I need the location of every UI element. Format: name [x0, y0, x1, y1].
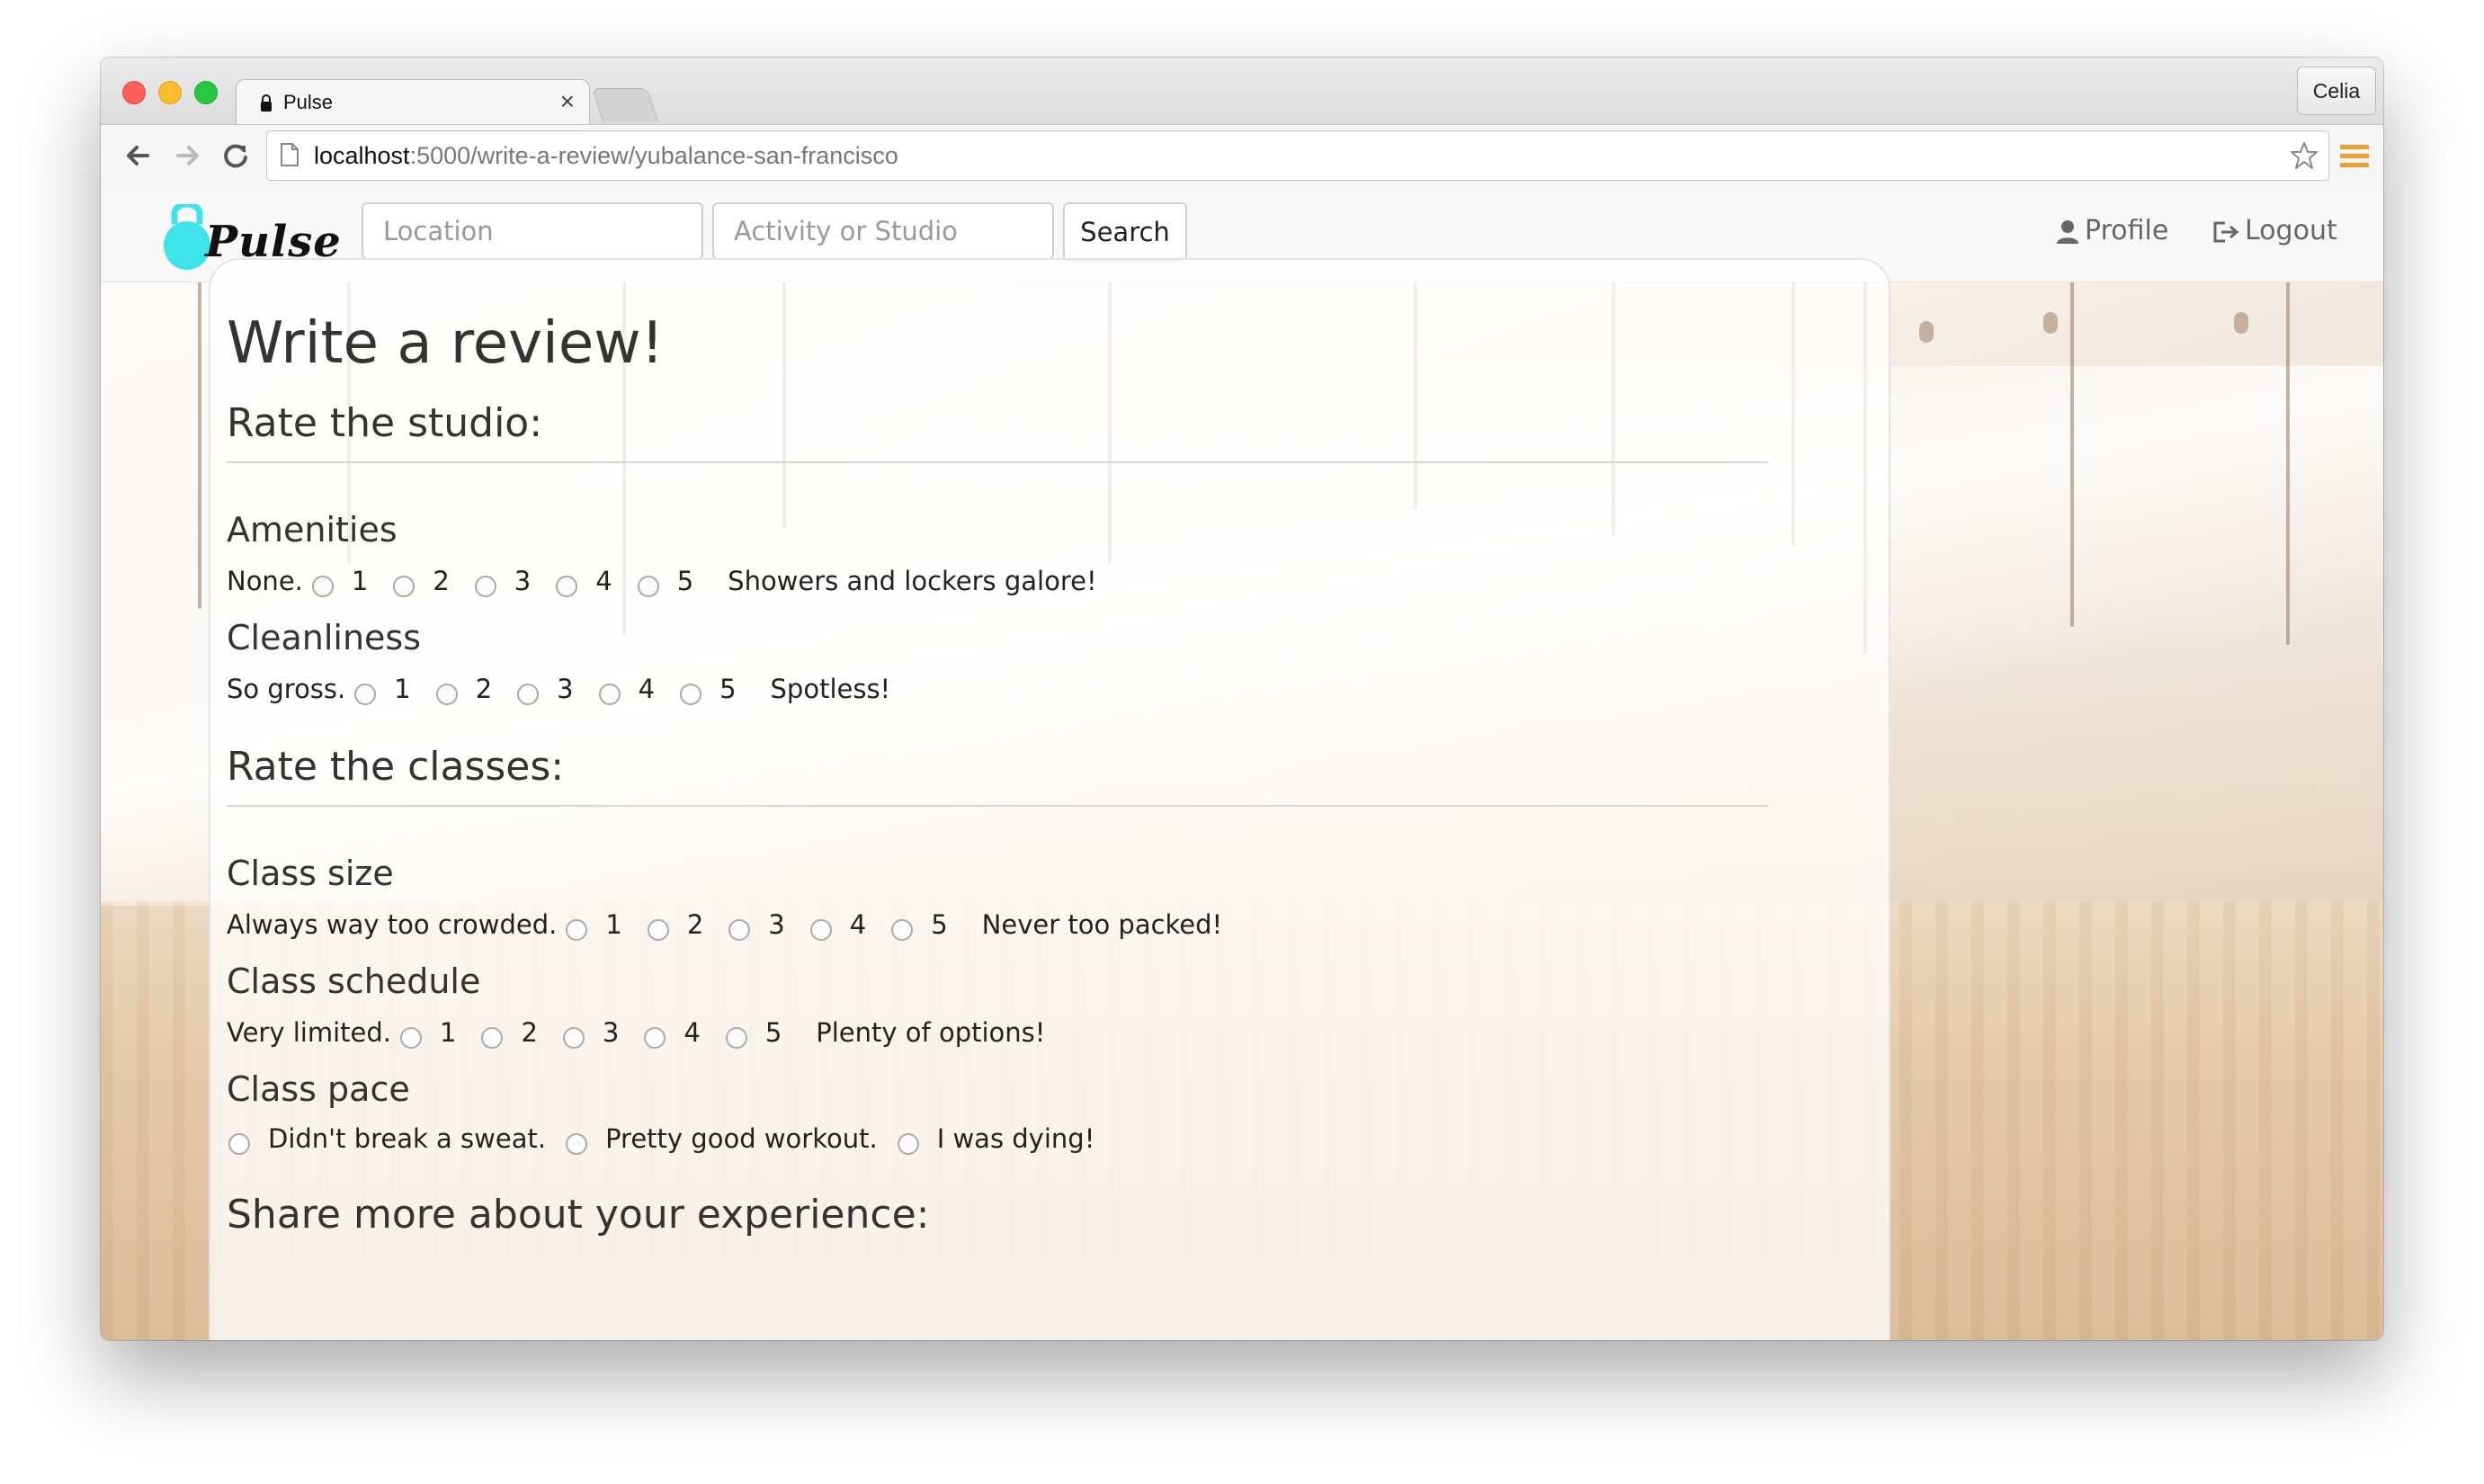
radio-button[interactable] [566, 1133, 588, 1155]
forward-arrow-icon[interactable] [169, 138, 205, 174]
close-window-button[interactable] [122, 81, 146, 104]
radio-button[interactable] [228, 1133, 250, 1155]
new-tab-button[interactable] [591, 88, 659, 121]
radio-button[interactable] [393, 576, 415, 597]
class-schedule-option-3[interactable]: 3 [562, 1017, 619, 1049]
back-arrow-icon[interactable] [121, 138, 156, 174]
class-size-option-2[interactable]: 2 [647, 909, 703, 941]
class-pace-label: Class pace [227, 1069, 410, 1109]
radio-button[interactable] [809, 919, 832, 941]
radio-button[interactable] [647, 919, 669, 941]
class-schedule-option-1[interactable]: 1 [400, 1017, 456, 1049]
minimize-window-button[interactable] [158, 81, 182, 104]
user-icon [2057, 219, 2078, 244]
radio-button[interactable] [435, 684, 458, 705]
class-schedule-rating: Very limited. 1 2 3 4 5 Plenty of option… [227, 1017, 1046, 1049]
radio-button[interactable] [481, 1027, 504, 1049]
radio-button[interactable] [725, 1027, 747, 1049]
cleanliness-rating: So gross. 1 2 3 4 5 Spotless! [227, 674, 891, 705]
class-size-option-5[interactable]: 5 [891, 909, 956, 941]
lock-icon [261, 94, 272, 112]
radio-button[interactable] [354, 684, 377, 705]
class-schedule-option-4[interactable]: 4 [644, 1017, 701, 1049]
url-text[interactable]: localhost:5000/write-a-review/yubalance-… [314, 142, 898, 170]
radio-button[interactable] [644, 1027, 666, 1049]
logout-link[interactable]: Logout [2212, 215, 2337, 246]
amenities-option-5[interactable]: 5 [637, 566, 702, 597]
radio-button[interactable] [680, 684, 702, 705]
radio-button[interactable] [897, 1133, 919, 1155]
page-title: Write a review! [227, 310, 665, 377]
browser-window: Pulse × Celia localhost:5000/write-a-rev… [101, 58, 2383, 1340]
tab-title: Pulse [283, 91, 334, 113]
cleanliness-option-2[interactable]: 2 [435, 674, 492, 705]
studio-section-heading: Rate the studio: [227, 400, 543, 446]
page-icon [281, 143, 299, 166]
class-size-option-3[interactable]: 3 [728, 909, 785, 941]
class-pace-rating: Didn't break a sweat. Pretty good workou… [228, 1123, 1120, 1155]
class-size-label: Class size [227, 854, 394, 893]
radio-button[interactable] [891, 919, 914, 941]
amenities-option-1[interactable]: 1 [311, 566, 368, 597]
location-input[interactable]: Location [362, 202, 703, 260]
profile-link[interactable]: Profile [2056, 215, 2168, 246]
address-bar[interactable]: localhost:5000/write-a-review/yubalance-… [266, 130, 2329, 181]
amenities-rating: None. 1 2 3 4 5 Showers and lockers galo… [227, 566, 1097, 597]
classes-section-heading: Rate the classes: [227, 744, 565, 790]
radio-button[interactable] [474, 576, 496, 597]
class-size-option-4[interactable]: 4 [809, 909, 866, 941]
radio-button[interactable] [517, 684, 540, 705]
class-schedule-option-2[interactable]: 2 [481, 1017, 538, 1049]
radio-button[interactable] [598, 684, 621, 705]
class-schedule-option-5[interactable]: 5 [725, 1017, 791, 1049]
radio-button[interactable] [311, 576, 334, 597]
radio-button[interactable] [566, 919, 588, 941]
browser-profile-button[interactable]: Celia [2297, 67, 2376, 115]
maximize-window-button[interactable] [194, 81, 218, 104]
class-size-option-1[interactable]: 1 [566, 909, 622, 941]
radio-button[interactable] [562, 1027, 585, 1049]
class-pace-option-3[interactable]: I was dying! [897, 1123, 1095, 1155]
radio-button[interactable] [728, 919, 751, 941]
class-size-rating: Always way too crowded. 1 2 3 4 5 Never … [227, 909, 1223, 941]
cleanliness-option-5[interactable]: 5 [680, 674, 745, 705]
tab-strip: Pulse × Celia [101, 58, 2383, 127]
cleanliness-option-3[interactable]: 3 [517, 674, 574, 705]
section-divider [227, 805, 1768, 807]
cleanliness-label: Cleanliness [227, 618, 422, 657]
radio-button[interactable] [637, 576, 659, 597]
section-divider [227, 461, 1768, 463]
reload-icon[interactable] [218, 138, 254, 174]
radio-button[interactable] [400, 1027, 422, 1049]
browser-menu-icon[interactable] [2340, 145, 2369, 168]
class-pace-option-1[interactable]: Didn't break a sweat. [228, 1123, 546, 1155]
browser-toolbar: localhost:5000/write-a-review/yubalance-… [101, 124, 2383, 187]
class-pace-option-2[interactable]: Pretty good workout. [566, 1123, 878, 1155]
logout-icon [2213, 221, 2239, 242]
amenities-option-2[interactable]: 2 [393, 566, 450, 597]
activity-studio-input[interactable]: Activity or Studio [712, 202, 1054, 260]
bookmark-star-icon[interactable] [2289, 140, 2319, 171]
cleanliness-option-1[interactable]: 1 [354, 674, 411, 705]
share-experience-heading: Share more about your experience: [227, 1192, 930, 1238]
amenities-option-4[interactable]: 4 [556, 566, 612, 597]
browser-tab[interactable]: Pulse × [236, 79, 590, 127]
amenities-label: Amenities [227, 510, 398, 550]
search-button[interactable]: Search [1063, 202, 1187, 262]
class-schedule-label: Class schedule [227, 961, 481, 1001]
cleanliness-option-4[interactable]: 4 [598, 674, 655, 705]
radio-button[interactable] [556, 576, 578, 597]
page-viewport: Pulse Location Activity or Studio Search… [101, 186, 2383, 1340]
tab-close-icon[interactable]: × [560, 87, 575, 116]
amenities-option-3[interactable]: 3 [474, 566, 531, 597]
